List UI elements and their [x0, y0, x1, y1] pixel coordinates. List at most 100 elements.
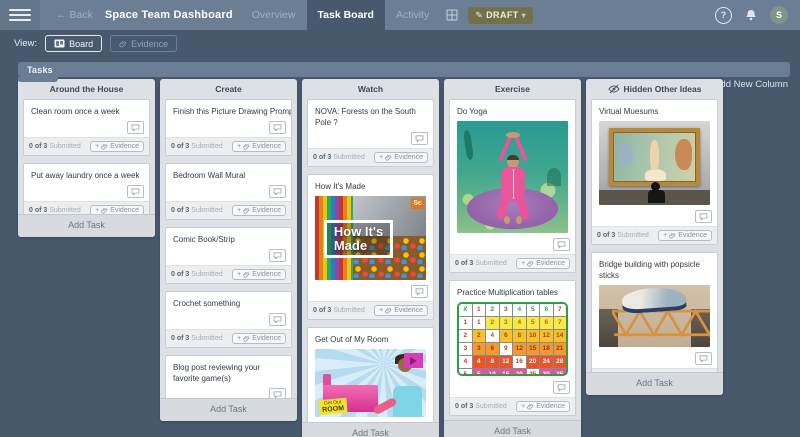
add-task-button[interactable]: Add Task	[18, 214, 155, 237]
task-card[interactable]: Comic Book/Strip 0 of 3 Submitted +Evide…	[165, 227, 292, 284]
comment-icon[interactable]	[411, 132, 428, 145]
comment-icon[interactable]	[553, 238, 570, 251]
evidence-button[interactable]: +Evidence	[90, 141, 144, 152]
task-card[interactable]: Get Out of My Room Get OutROOM	[307, 327, 434, 422]
user-avatar[interactable]: S	[770, 6, 788, 24]
add-new-column-button[interactable]: Add New Column	[714, 79, 788, 90]
task-card[interactable]: Put away laundry once a week 0 of 3 Subm…	[23, 163, 150, 214]
add-task-button[interactable]: Add Task	[160, 398, 297, 421]
task-card[interactable]: Do Yoga	[449, 99, 576, 273]
column-title-label: Create	[215, 84, 241, 94]
apps-grid-icon[interactable]	[446, 9, 458, 21]
submitted-label: Submitted	[475, 260, 507, 267]
multiplication-cell: X	[459, 304, 472, 316]
paperclip-icon	[119, 40, 127, 48]
column-title-label: Hidden Other Ideas	[624, 84, 702, 94]
task-card[interactable]: Virtual Muesums	[591, 99, 718, 245]
task-card[interactable]: How It's Made How It'sMade Sc 0 of 3 Sub…	[307, 174, 434, 320]
task-card[interactable]: Crochet something 0 of 3 Submitted +Evid…	[165, 291, 292, 348]
multiplication-cell: 5	[473, 369, 486, 376]
submitted-label: Submitted	[191, 271, 223, 278]
tasks-bar: Tasks	[18, 62, 790, 77]
add-task-button[interactable]: Add Task	[586, 372, 723, 395]
help-icon[interactable]: ?	[715, 7, 732, 24]
card-footer: 0 of 3 Submitted +Evidence	[24, 137, 149, 155]
evidence-button[interactable]: +Evidence	[374, 152, 428, 163]
paperclip-icon	[243, 271, 250, 278]
tab-task-board[interactable]: Task Board	[307, 0, 385, 30]
submitted-label: Submitted	[191, 207, 223, 214]
page-title: Space Team Dashboard	[105, 9, 233, 21]
multiplication-cell: 6	[540, 317, 553, 329]
painting-right-figure-graphic	[675, 139, 692, 170]
paperclip-icon	[101, 207, 108, 214]
multiplication-cell: 1	[473, 317, 486, 329]
comment-icon[interactable]	[127, 121, 144, 134]
comment-icon[interactable]	[269, 185, 286, 198]
comment-icon[interactable]	[695, 352, 712, 365]
evidence-button[interactable]: +Evidence	[232, 141, 286, 152]
add-task-button[interactable]: Add Task	[444, 420, 581, 437]
science-channel-badge: Sc	[411, 198, 424, 209]
multiplication-cell: 18	[540, 343, 553, 355]
paperclip-icon	[669, 232, 676, 239]
draft-status-button[interactable]: ✎ DRAFT ▾	[468, 7, 533, 24]
comment-icon[interactable]	[127, 185, 144, 198]
task-title: Bridge building with popsicle sticks	[592, 253, 717, 284]
hamburger-menu-button[interactable]	[0, 0, 40, 30]
cards-list: Finish this Picture Drawing Prompts... 0…	[160, 99, 297, 398]
columns-row: Around the House Clean room once a week …	[18, 79, 790, 437]
paperclip-icon	[243, 335, 250, 342]
evidence-button[interactable]: +Evidence	[232, 333, 286, 344]
task-card[interactable]: Finish this Picture Drawing Prompts... 0…	[165, 99, 292, 156]
comment-icon[interactable]	[269, 388, 286, 398]
evidence-button[interactable]: +Evidence	[516, 258, 570, 269]
multiplication-cell: 3	[500, 304, 513, 316]
view-evidence-button[interactable]: Evidence	[110, 35, 177, 52]
submitted-count: 0 of 3 Submitted	[171, 335, 223, 342]
comment-icon[interactable]	[411, 285, 428, 298]
evidence-button[interactable]: +Evidence	[232, 205, 286, 216]
yoga-foot-graphic	[516, 216, 522, 224]
submitted-count: 0 of 3 Submitted	[455, 260, 507, 267]
view-board-button[interactable]: Board	[45, 35, 102, 52]
submitted-label: Submitted	[191, 335, 223, 342]
back-link[interactable]: ← Back	[56, 9, 93, 21]
multiplication-cell: 5	[459, 369, 472, 376]
task-card[interactable]: Blog post reviewing your favorite game(s…	[165, 355, 292, 398]
comment-icon[interactable]	[553, 381, 570, 394]
multiplication-cell: 12	[513, 343, 526, 355]
submitted-count: 0 of 3 Submitted	[29, 143, 81, 150]
multiplication-cell: 3	[500, 317, 513, 329]
topbar: ← Back Space Team Dashboard Overview Tas…	[0, 0, 800, 30]
tab-activity[interactable]: Activity	[385, 0, 440, 30]
task-card[interactable]: Bedroom Wall Mural 0 of 3 Submitted +Evi…	[165, 163, 292, 220]
count-value: 0 of 3	[29, 143, 47, 150]
comment-icon[interactable]	[695, 210, 712, 223]
tab-overview[interactable]: Overview	[241, 0, 307, 30]
comment-icon[interactable]	[269, 121, 286, 134]
submitted-label: Submitted	[333, 307, 365, 314]
evidence-button[interactable]: +Evidence	[232, 269, 286, 280]
shell-graphic	[645, 169, 667, 181]
evidence-button[interactable]: +Evidence	[516, 401, 570, 412]
multiplication-cell: 4	[513, 304, 526, 316]
column-title: Hidden Other Ideas	[586, 79, 723, 99]
comment-icon[interactable]	[269, 313, 286, 326]
add-task-button[interactable]: Add Task	[302, 422, 439, 437]
evidence-button[interactable]: +Evidence	[90, 205, 144, 214]
comment-icon[interactable]	[269, 249, 286, 262]
venus-figure-graphic	[650, 140, 659, 170]
evidence-button[interactable]: +Evidence	[658, 230, 712, 241]
gold-frame-graphic	[609, 128, 700, 186]
multiplication-cell: 8	[513, 330, 526, 342]
submitted-count: 0 of 3 Submitted	[171, 271, 223, 278]
task-card[interactable]: Practice Multiplication tables X12345671…	[449, 280, 576, 416]
notifications-bell-icon[interactable]	[745, 9, 757, 22]
task-card[interactable]: Bridge building with popsicle sticks 0 o…	[591, 252, 718, 372]
task-card[interactable]: NOVA: Forests on the South Pole ? 0 of 3…	[307, 99, 434, 167]
evidence-label: Evidence	[536, 403, 565, 410]
evidence-button[interactable]: +Evidence	[374, 305, 428, 316]
task-card[interactable]: Clean room once a week 0 of 3 Submitted …	[23, 99, 150, 156]
submitted-label: Submitted	[617, 232, 649, 239]
